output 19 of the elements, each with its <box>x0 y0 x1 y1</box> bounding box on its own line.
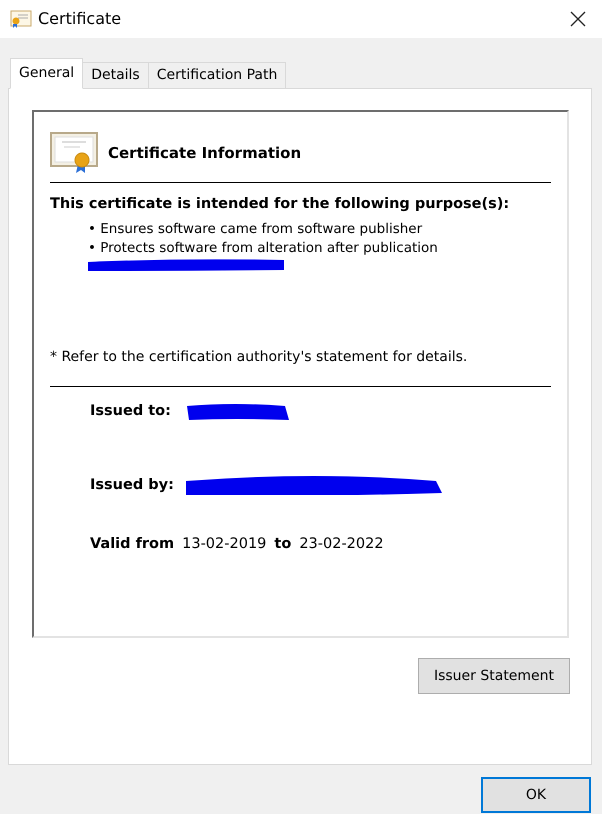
tab[interactable]: General <box>10 58 84 89</box>
purpose-item: • Protects software from alteration after publication <box>88 238 439 258</box>
field-label: Issued to: <box>90 402 171 421</box>
purpose-heading: This certificate is intended for the following purpose(s): <box>50 195 510 214</box>
date-text: 23-02-2022 <box>299 535 384 554</box>
field-label: Valid from <box>90 535 174 554</box>
close-icon[interactable] <box>570 11 586 27</box>
issuer-statement-button[interactable]: Issuer Statement <box>418 658 570 694</box>
certificate-icon <box>10 9 32 29</box>
purpose-item: • Ensures software came from software publisher <box>88 220 424 239</box>
window-title: Certificate <box>38 8 122 30</box>
certificate-icon <box>50 132 98 174</box>
footnote-text: * Refer to the certification authority's statement for details. <box>50 346 551 387</box>
field-label: Issued by: <box>90 476 174 494</box>
date-text: 13-02-2019 <box>182 535 266 554</box>
tab[interactable]: Certification Path <box>148 62 286 89</box>
field-label: to <box>274 535 292 554</box>
ok-button[interactable]: OK <box>481 777 591 813</box>
section-heading: Certificate Information <box>108 142 302 164</box>
